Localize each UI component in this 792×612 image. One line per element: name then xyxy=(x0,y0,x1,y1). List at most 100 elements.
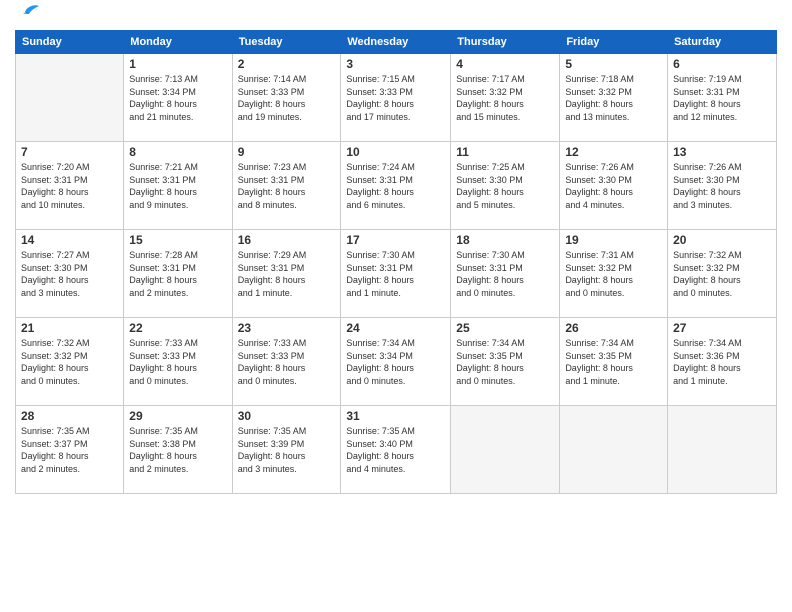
calendar-day-header: Thursday xyxy=(451,31,560,54)
header xyxy=(15,10,777,22)
day-number: 25 xyxy=(456,321,554,335)
day-number: 31 xyxy=(346,409,445,423)
calendar-cell: 19Sunrise: 7:31 AMSunset: 3:32 PMDayligh… xyxy=(560,230,668,318)
calendar-cell: 27Sunrise: 7:34 AMSunset: 3:36 PMDayligh… xyxy=(668,318,777,406)
day-number: 29 xyxy=(129,409,226,423)
calendar-day-header: Friday xyxy=(560,31,668,54)
day-info: Sunrise: 7:34 AMSunset: 3:34 PMDaylight:… xyxy=(346,337,445,387)
calendar-week-row: 21 Sunrise: 7:32 AMSunset: 3:32 PMDayligh… xyxy=(16,318,777,406)
day-number: 19 xyxy=(565,233,662,247)
calendar-day-header: Tuesday xyxy=(232,31,341,54)
calendar-cell: 23 Sunrise: 7:33 AMSunset: 3:33 PMDayligh… xyxy=(232,318,341,406)
day-info: Sunrise: 7:32 AMSunset: 3:32 PMDaylight:… xyxy=(21,337,118,387)
calendar-cell xyxy=(668,406,777,494)
calendar-cell: 26 Sunrise: 7:34 AMSunset: 3:35 PMDayligh… xyxy=(560,318,668,406)
day-number: 22 xyxy=(129,321,226,335)
day-info: Sunrise: 7:13 AMSunset: 3:34 PMDaylight:… xyxy=(129,73,226,123)
calendar-cell: 21 Sunrise: 7:32 AMSunset: 3:32 PMDayligh… xyxy=(16,318,124,406)
calendar-cell: 22 Sunrise: 7:33 AMSunset: 3:33 PMDayligh… xyxy=(124,318,232,406)
day-number: 8 xyxy=(129,145,226,159)
calendar-cell: 2 Sunrise: 7:14 AMSunset: 3:33 PMDaylight… xyxy=(232,54,341,142)
calendar-cell xyxy=(451,406,560,494)
day-number: 7 xyxy=(21,145,118,159)
day-number: 9 xyxy=(238,145,336,159)
day-info: Sunrise: 7:30 AMSunset: 3:31 PMDaylight:… xyxy=(346,249,445,299)
day-info: Sunrise: 7:20 AMSunset: 3:31 PMDaylight:… xyxy=(21,161,118,211)
page: SundayMondayTuesdayWednesdayThursdayFrid… xyxy=(0,0,792,612)
calendar-cell: 16 Sunrise: 7:29 AMSunset: 3:31 PMDayligh… xyxy=(232,230,341,318)
calendar-cell: 10Sunrise: 7:24 AMSunset: 3:31 PMDayligh… xyxy=(341,142,451,230)
day-number: 26 xyxy=(565,321,662,335)
calendar-cell: 18 Sunrise: 7:30 AMSunset: 3:31 PMDayligh… xyxy=(451,230,560,318)
day-info: Sunrise: 7:32 AMSunset: 3:32 PMDaylight:… xyxy=(673,249,771,299)
calendar-cell: 29 Sunrise: 7:35 AMSunset: 3:38 PMDayligh… xyxy=(124,406,232,494)
logo xyxy=(15,10,39,22)
day-info: Sunrise: 7:30 AMSunset: 3:31 PMDaylight:… xyxy=(456,249,554,299)
calendar-cell: 17 Sunrise: 7:30 AMSunset: 3:31 PMDayligh… xyxy=(341,230,451,318)
logo-bird-icon xyxy=(17,4,39,22)
day-number: 18 xyxy=(456,233,554,247)
day-info: Sunrise: 7:35 AMSunset: 3:38 PMDaylight:… xyxy=(129,425,226,475)
calendar-day-header: Saturday xyxy=(668,31,777,54)
calendar-cell: 13Sunrise: 7:26 AMSunset: 3:30 PMDayligh… xyxy=(668,142,777,230)
calendar-cell: 31 Sunrise: 7:35 AMSunset: 3:40 PMDayligh… xyxy=(341,406,451,494)
calendar-week-row: 1 Sunrise: 7:13 AMSunset: 3:34 PMDaylight… xyxy=(16,54,777,142)
day-info: Sunrise: 7:28 AMSunset: 3:31 PMDaylight:… xyxy=(129,249,226,299)
day-number: 5 xyxy=(565,57,662,71)
calendar-day-header: Wednesday xyxy=(341,31,451,54)
calendar-cell: 1 Sunrise: 7:13 AMSunset: 3:34 PMDaylight… xyxy=(124,54,232,142)
day-number: 20 xyxy=(673,233,771,247)
day-info: Sunrise: 7:35 AMSunset: 3:37 PMDaylight:… xyxy=(21,425,118,475)
day-number: 2 xyxy=(238,57,336,71)
calendar-cell: 8 Sunrise: 7:21 AMSunset: 3:31 PMDaylight… xyxy=(124,142,232,230)
day-number: 23 xyxy=(238,321,336,335)
day-info: Sunrise: 7:14 AMSunset: 3:33 PMDaylight:… xyxy=(238,73,336,123)
calendar-table: SundayMondayTuesdayWednesdayThursdayFrid… xyxy=(15,30,777,494)
day-number: 24 xyxy=(346,321,445,335)
calendar-day-header: Sunday xyxy=(16,31,124,54)
day-info: Sunrise: 7:21 AMSunset: 3:31 PMDaylight:… xyxy=(129,161,226,211)
day-info: Sunrise: 7:34 AMSunset: 3:35 PMDaylight:… xyxy=(565,337,662,387)
day-info: Sunrise: 7:18 AMSunset: 3:32 PMDaylight:… xyxy=(565,73,662,123)
calendar-cell: 24 Sunrise: 7:34 AMSunset: 3:34 PMDayligh… xyxy=(341,318,451,406)
calendar-cell: 7 Sunrise: 7:20 AMSunset: 3:31 PMDaylight… xyxy=(16,142,124,230)
day-number: 14 xyxy=(21,233,118,247)
calendar-cell: 30Sunrise: 7:35 AMSunset: 3:39 PMDayligh… xyxy=(232,406,341,494)
calendar-header-row: SundayMondayTuesdayWednesdayThursdayFrid… xyxy=(16,31,777,54)
day-info: Sunrise: 7:35 AMSunset: 3:40 PMDaylight:… xyxy=(346,425,445,475)
day-number: 15 xyxy=(129,233,226,247)
day-info: Sunrise: 7:33 AMSunset: 3:33 PMDaylight:… xyxy=(129,337,226,387)
day-info: Sunrise: 7:17 AMSunset: 3:32 PMDaylight:… xyxy=(456,73,554,123)
day-number: 1 xyxy=(129,57,226,71)
day-number: 4 xyxy=(456,57,554,71)
day-info: Sunrise: 7:15 AMSunset: 3:33 PMDaylight:… xyxy=(346,73,445,123)
calendar-cell: 4 Sunrise: 7:17 AMSunset: 3:32 PMDaylight… xyxy=(451,54,560,142)
day-number: 3 xyxy=(346,57,445,71)
day-info: Sunrise: 7:19 AMSunset: 3:31 PMDaylight:… xyxy=(673,73,771,123)
day-number: 10 xyxy=(346,145,445,159)
day-number: 6 xyxy=(673,57,771,71)
calendar-cell: 25 Sunrise: 7:34 AMSunset: 3:35 PMDayligh… xyxy=(451,318,560,406)
day-info: Sunrise: 7:23 AMSunset: 3:31 PMDaylight:… xyxy=(238,161,336,211)
day-number: 28 xyxy=(21,409,118,423)
day-number: 16 xyxy=(238,233,336,247)
day-info: Sunrise: 7:33 AMSunset: 3:33 PMDaylight:… xyxy=(238,337,336,387)
day-number: 27 xyxy=(673,321,771,335)
day-info: Sunrise: 7:26 AMSunset: 3:30 PMDaylight:… xyxy=(565,161,662,211)
calendar-cell: 9 Sunrise: 7:23 AMSunset: 3:31 PMDaylight… xyxy=(232,142,341,230)
day-number: 17 xyxy=(346,233,445,247)
day-info: Sunrise: 7:34 AMSunset: 3:35 PMDaylight:… xyxy=(456,337,554,387)
calendar-cell: 12Sunrise: 7:26 AMSunset: 3:30 PMDayligh… xyxy=(560,142,668,230)
calendar-cell: 14 Sunrise: 7:27 AMSunset: 3:30 PMDayligh… xyxy=(16,230,124,318)
day-info: Sunrise: 7:27 AMSunset: 3:30 PMDaylight:… xyxy=(21,249,118,299)
calendar-week-row: 14 Sunrise: 7:27 AMSunset: 3:30 PMDayligh… xyxy=(16,230,777,318)
day-info: Sunrise: 7:25 AMSunset: 3:30 PMDaylight:… xyxy=(456,161,554,211)
day-info: Sunrise: 7:29 AMSunset: 3:31 PMDaylight:… xyxy=(238,249,336,299)
day-number: 13 xyxy=(673,145,771,159)
calendar-week-row: 28 Sunrise: 7:35 AMSunset: 3:37 PMDayligh… xyxy=(16,406,777,494)
calendar-cell: 15 Sunrise: 7:28 AMSunset: 3:31 PMDayligh… xyxy=(124,230,232,318)
calendar-cell: 3 Sunrise: 7:15 AMSunset: 3:33 PMDaylight… xyxy=(341,54,451,142)
calendar-cell xyxy=(560,406,668,494)
day-number: 21 xyxy=(21,321,118,335)
calendar-cell: 6 Sunrise: 7:19 AMSunset: 3:31 PMDaylight… xyxy=(668,54,777,142)
